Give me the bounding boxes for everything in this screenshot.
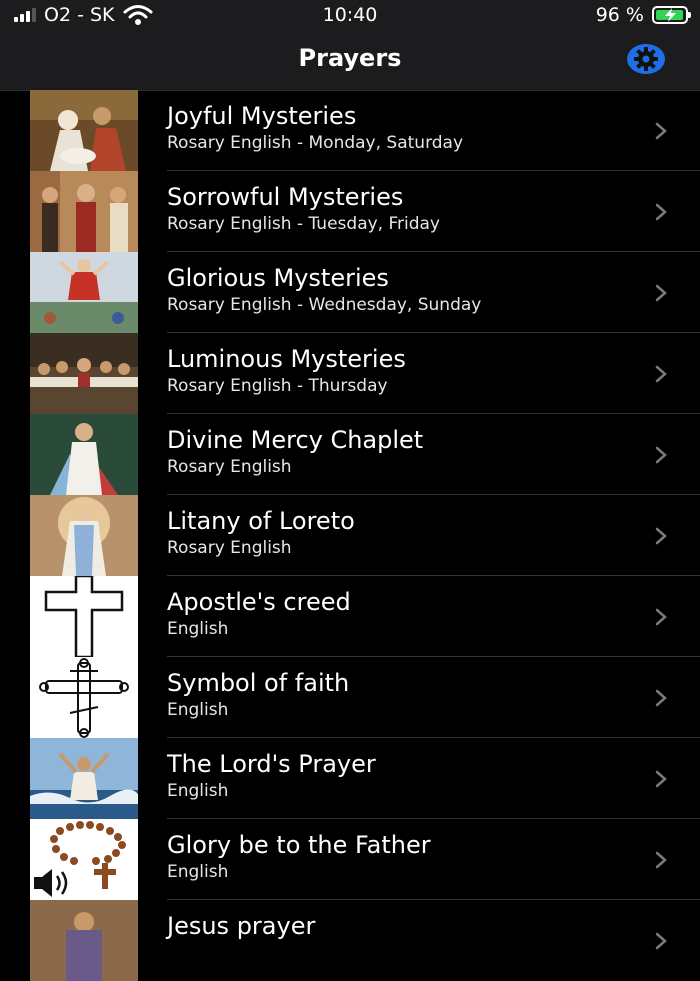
chevron-right-icon	[655, 203, 667, 221]
battery-icon	[652, 6, 691, 24]
list-item-text: The Lord's Prayer English	[167, 738, 640, 802]
list-item-title: Luminous Mysteries	[167, 345, 406, 373]
last-supper-image	[30, 333, 138, 414]
list-item-subtitle: Rosary English - Tuesday, Friday	[167, 214, 440, 234]
orthodox-cross-image	[30, 657, 138, 738]
list-item-subtitle: Rosary English - Monday, Saturday	[167, 133, 464, 153]
nativity-image	[30, 90, 138, 171]
list-item[interactable]: Joyful Mysteries Rosary English - Monday…	[0, 90, 700, 171]
virgin-mary-image	[30, 495, 138, 576]
list-item-subtitle: Rosary English	[167, 457, 292, 477]
list-item-text: Symbol of faith English	[167, 657, 640, 721]
cross-image	[30, 576, 138, 657]
chevron-right-icon	[655, 284, 667, 302]
navigation-bar: Prayers	[0, 32, 700, 91]
jesus-image	[30, 900, 138, 981]
chevron-right-icon	[655, 932, 667, 950]
list-item-subtitle: Rosary English	[167, 538, 292, 558]
list-item-text: Glorious Mysteries Rosary English - Wedn…	[167, 252, 640, 316]
list-item[interactable]: Luminous Mysteries Rosary English - Thur…	[0, 333, 700, 414]
list-item[interactable]: Glorious Mysteries Rosary English - Wedn…	[0, 252, 700, 333]
list-item[interactable]: Jesus prayer	[0, 900, 700, 981]
list-item-subtitle: English	[167, 862, 229, 882]
list-item-title: The Lord's Prayer	[167, 750, 376, 778]
list-item-text: Jesus prayer	[167, 900, 640, 942]
chevron-right-icon	[655, 689, 667, 707]
jesus-sea-image	[30, 738, 138, 819]
list-item-subtitle: Rosary English - Wednesday, Sunday	[167, 295, 482, 315]
ascension-image	[30, 252, 138, 333]
list-item-text: Glory be to the Father English	[167, 819, 640, 883]
list-item-title: Apostle's creed	[167, 588, 351, 616]
list-item-title: Litany of Loreto	[167, 507, 355, 535]
list-item[interactable]: Sorrowful Mysteries Rosary English - Tue…	[0, 171, 700, 252]
battery-area: 96 %	[595, 4, 691, 26]
list-item-subtitle: Rosary English - Thursday	[167, 376, 388, 396]
list-item[interactable]: Litany of Loreto Rosary English	[0, 495, 700, 576]
list-item[interactable]: Glory be to the Father English	[0, 819, 700, 900]
chevron-right-icon	[655, 770, 667, 788]
list-item-subtitle: English	[167, 781, 229, 801]
list-item-text: Apostle's creed English	[167, 576, 640, 640]
chevron-right-icon	[655, 446, 667, 464]
settings-button[interactable]	[627, 44, 665, 74]
gear-icon	[634, 47, 658, 71]
passion-image	[30, 171, 138, 252]
list-item-subtitle: English	[167, 700, 229, 720]
list-item-title: Divine Mercy Chaplet	[167, 426, 424, 454]
list-item-text: Luminous Mysteries Rosary English - Thur…	[167, 333, 640, 397]
divine-mercy-image	[30, 414, 138, 495]
list-item[interactable]: Divine Mercy Chaplet Rosary English	[0, 414, 700, 495]
list-item[interactable]: Symbol of faith English	[0, 657, 700, 738]
chevron-right-icon	[655, 122, 667, 140]
list-item-title: Jesus prayer	[167, 912, 316, 940]
list-item-subtitle: English	[167, 619, 229, 639]
prayer-list: Joyful Mysteries Rosary English - Monday…	[0, 90, 700, 981]
list-item[interactable]: Apostle's creed English	[0, 576, 700, 657]
chevron-right-icon	[655, 851, 667, 869]
list-item-text: Sorrowful Mysteries Rosary English - Tue…	[167, 171, 640, 235]
chevron-right-icon	[655, 365, 667, 383]
list-item-text: Litany of Loreto Rosary English	[167, 495, 640, 559]
list-item-title: Glory be to the Father	[167, 831, 431, 859]
list-item-text: Divine Mercy Chaplet Rosary English	[167, 414, 640, 478]
page-title: Prayers	[298, 44, 402, 72]
list-item[interactable]: The Lord's Prayer English	[0, 738, 700, 819]
battery-percent: 96 %	[595, 4, 644, 26]
chevron-right-icon	[655, 527, 667, 545]
status-bar: O2 - SK 10:40 96 %	[0, 0, 700, 32]
list-item-title: Symbol of faith	[167, 669, 350, 697]
list-item-title: Joyful Mysteries	[167, 102, 357, 130]
list-item-text: Joyful Mysteries Rosary English - Monday…	[167, 90, 640, 154]
list-item-title: Sorrowful Mysteries	[167, 183, 404, 211]
rosary-speaker-image	[30, 819, 138, 900]
list-item-title: Glorious Mysteries	[167, 264, 389, 292]
chevron-right-icon	[655, 608, 667, 626]
